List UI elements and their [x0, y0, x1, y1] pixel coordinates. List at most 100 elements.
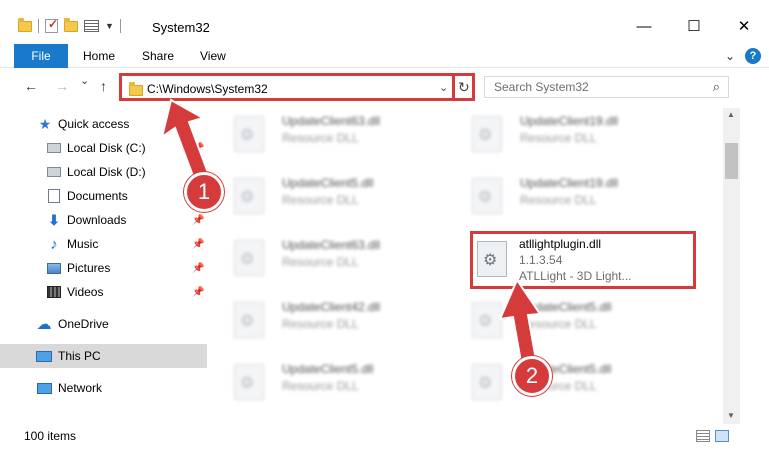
sidebar-item-videos[interactable]: Videos 📌: [0, 280, 207, 304]
pictures-icon: [47, 262, 61, 274]
list-item[interactable]: UpdateClient63.dll Resource DLL: [212, 108, 432, 160]
search-placeholder: Search System32: [494, 80, 589, 94]
toolbar-separator: [38, 19, 39, 33]
forward-arrow-icon[interactable]: →: [55, 78, 69, 94]
file-name: UpdateClient19.dll: [520, 176, 619, 190]
new-folder-icon[interactable]: [64, 17, 78, 32]
step-2-badge: 2: [512, 356, 552, 396]
file-name: UpdateClient5.dll: [520, 300, 612, 314]
navigation-pane: ★ Quick access Local Disk (C:) 📌 Local D…: [0, 108, 207, 418]
dll-file-icon: [472, 178, 502, 214]
recent-locations-icon[interactable]: ⌄: [80, 74, 89, 87]
refresh-icon[interactable]: ↻: [458, 79, 470, 96]
sidebar-item-network[interactable]: Network: [0, 376, 207, 400]
sidebar-item-label: Network: [58, 381, 103, 395]
step-1-badge: 1: [184, 172, 224, 212]
file-description: Resource DLL: [520, 317, 597, 331]
file-description: Resource DLL: [282, 379, 359, 393]
search-input[interactable]: Search System32 ⌕: [484, 76, 729, 98]
ribbon-controls: ⌄ ?: [725, 48, 761, 64]
toolbar-separator: [119, 19, 121, 33]
list-item[interactable]: UpdateClient5.dll Resource DLL: [212, 170, 432, 222]
sidebar-item-pictures[interactable]: Pictures 📌: [0, 256, 207, 280]
sidebar-item-label: This PC: [58, 349, 101, 363]
maximize-button[interactable]: ☐: [669, 12, 719, 40]
sidebar-item-label: OneDrive: [58, 317, 109, 331]
highlight-box: [470, 231, 696, 289]
download-icon: ⬇: [48, 211, 60, 228]
sidebar-item-documents[interactable]: Documents 📌: [0, 184, 207, 208]
large-icons-view-icon[interactable]: [715, 430, 729, 442]
sidebar-item-label: Documents: [67, 189, 128, 203]
details-view-icon[interactable]: [696, 430, 710, 442]
tab-view[interactable]: View: [200, 44, 226, 68]
drive-icon: [47, 143, 61, 153]
drive-icon: [47, 167, 61, 177]
file-name: UpdateClient63.dll: [282, 238, 381, 252]
tab-home[interactable]: Home: [83, 44, 115, 68]
dll-file-icon: [234, 364, 264, 400]
sidebar-item-this-pc[interactable]: This PC: [0, 344, 207, 368]
sidebar-item-label: Music: [67, 237, 99, 251]
file-description: Resource DLL: [282, 317, 359, 331]
chevron-down-icon[interactable]: ⌄: [439, 81, 448, 94]
sidebar-item-label: Downloads: [67, 213, 127, 227]
sidebar-item-downloads[interactable]: ⬇ Downloads 📌: [0, 208, 207, 232]
quick-access-toolbar: ▼: [18, 17, 121, 33]
list-item[interactable]: UpdateClient19.dll Resource DLL: [450, 170, 670, 222]
item-count: 100 items: [24, 429, 77, 443]
close-button[interactable]: ✕: [719, 12, 769, 40]
sidebar-item-label: Quick access: [58, 117, 130, 131]
file-name: UpdateClient42.dll: [282, 300, 381, 314]
pin-icon: 📌: [192, 286, 205, 298]
chevron-down-icon[interactable]: ⌄: [725, 49, 735, 63]
cloud-icon: ☁: [36, 316, 52, 333]
address-bar[interactable]: C:\Windows\System32 ⌄ ↻: [119, 73, 475, 101]
help-icon[interactable]: ?: [745, 48, 761, 64]
minimize-button[interactable]: —: [619, 12, 669, 40]
list-item[interactable]: UpdateClient5.dll Resource DLL: [450, 294, 670, 346]
scroll-up-icon[interactable]: ▲: [727, 110, 735, 119]
list-item[interactable]: UpdateClient5.dll Resource DLL: [450, 356, 670, 408]
sidebar-item-onedrive[interactable]: ☁ OneDrive: [0, 312, 207, 336]
music-icon: ♪: [50, 235, 58, 253]
window-title: System32: [152, 20, 210, 35]
list-item[interactable]: UpdateClient42.dll Resource DLL: [212, 294, 432, 346]
scroll-thumb[interactable]: [725, 143, 738, 179]
dll-file-icon: [472, 116, 502, 152]
up-arrow-icon[interactable]: ↑: [100, 78, 107, 94]
file-name: UpdateClient19.dll: [520, 114, 619, 128]
sidebar-item-quick-access[interactable]: ★ Quick access: [0, 112, 207, 136]
dll-file-icon: [472, 364, 502, 400]
file-name: UpdateClient5.dll: [282, 362, 374, 376]
sidebar-item-local-disk-c[interactable]: Local Disk (C:) 📌: [0, 136, 207, 160]
pin-icon: 📌: [192, 262, 205, 274]
sidebar-item-local-disk-d[interactable]: Local Disk (D:): [0, 160, 207, 184]
properties-check-icon[interactable]: [45, 17, 58, 33]
tab-file[interactable]: File: [14, 44, 68, 68]
file-description: Resource DLL: [282, 193, 359, 207]
file-description: Resource DLL: [282, 255, 359, 269]
window-controls: — ☐ ✕: [619, 12, 769, 40]
scroll-down-icon[interactable]: ▼: [727, 411, 735, 420]
dll-file-icon: [234, 116, 264, 152]
document-icon: [48, 189, 60, 203]
computer-icon: [36, 350, 52, 362]
folder-icon: [129, 82, 143, 96]
customize-toolbar-dropdown-icon[interactable]: ▼: [105, 21, 114, 31]
list-item[interactable]: UpdateClient19.dll Resource DLL: [450, 108, 670, 160]
tab-share[interactable]: Share: [142, 44, 174, 68]
folder-icon: [18, 17, 32, 32]
sidebar-item-music[interactable]: ♪ Music 📌: [0, 232, 207, 256]
dll-file-icon: [234, 240, 264, 276]
vertical-scrollbar[interactable]: ▲ ▼: [723, 108, 740, 424]
back-arrow-icon[interactable]: ←: [24, 78, 38, 94]
file-name: UpdateClient5.dll: [282, 176, 374, 190]
file-name: UpdateClient63.dll: [282, 114, 381, 128]
pin-icon: 📌: [192, 238, 205, 250]
list-item[interactable]: UpdateClient5.dll Resource DLL: [212, 356, 432, 408]
address-path[interactable]: C:\Windows\System32: [147, 82, 268, 96]
properties-icon[interactable]: [84, 20, 99, 32]
list-item[interactable]: UpdateClient63.dll Resource DLL: [212, 232, 432, 284]
sidebar-item-label: Pictures: [67, 261, 111, 275]
